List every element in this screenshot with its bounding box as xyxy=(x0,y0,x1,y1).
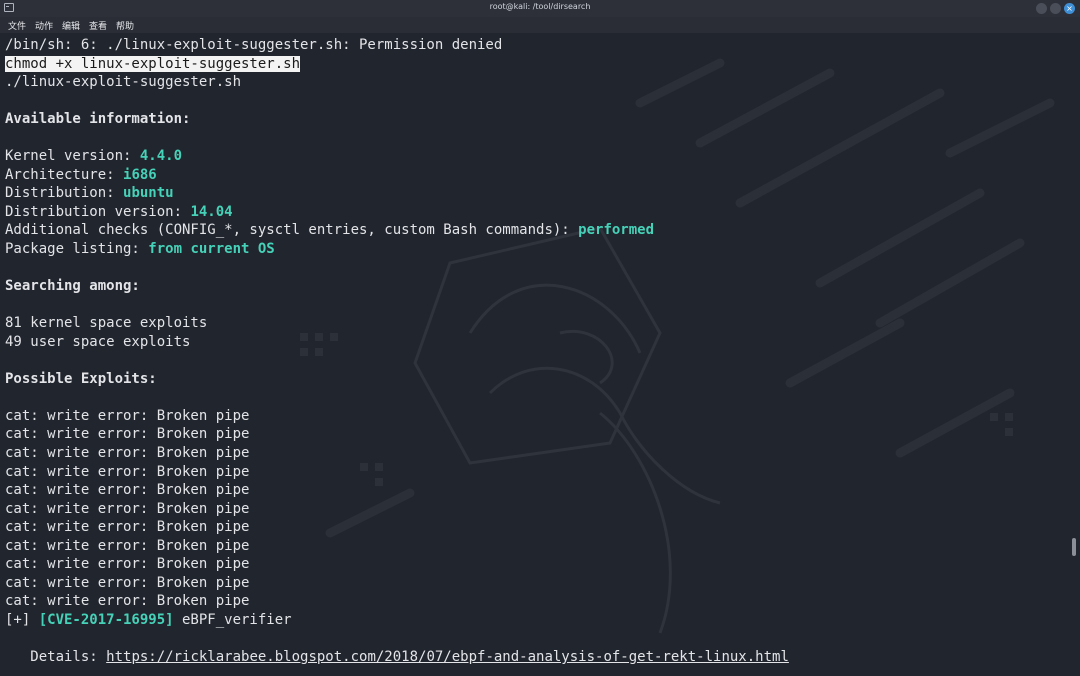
menu-help[interactable]: 帮助 xyxy=(116,19,134,32)
error-line: cat: write error: Broken pipe xyxy=(5,519,250,536)
additional-checks-line: Additional checks (CONFIG_*, sysctl entr… xyxy=(5,221,789,240)
additional-checks-label: Additional checks (CONFIG_*, sysctl entr… xyxy=(5,222,579,239)
selected-command: chmod +x linux-exploit-suggester.sh xyxy=(5,55,301,72)
package-listing-line: Package listing: from current OS xyxy=(5,240,789,259)
exploit-prefix: [+] xyxy=(5,611,39,628)
cve-id: [CVE-2017-16995] xyxy=(38,611,174,628)
output-line: ./linux-exploit-suggester.sh xyxy=(5,74,242,91)
exploit-name: eBPF_verifier xyxy=(173,611,292,628)
error-line: cat: write error: Broken pipe xyxy=(5,593,250,610)
details-link[interactable]: https://ricklarabee.blogspot.com/2018/07… xyxy=(106,649,789,665)
additional-checks-value: performed xyxy=(578,222,655,239)
details-label: Details: xyxy=(5,649,107,666)
error-line: cat: write error: Broken pipe xyxy=(5,500,250,517)
kernel-version-value: 4.4.0 xyxy=(139,148,183,165)
menu-edit[interactable]: 编辑 xyxy=(62,19,80,32)
distribution-label: Distribution: xyxy=(5,185,124,202)
section-heading: Possible Exploits: xyxy=(5,370,157,387)
package-listing-value: from current OS xyxy=(148,241,275,258)
menu-bar: 文件 动作 编辑 查看 帮助 xyxy=(0,17,1080,33)
architecture-line: Architecture: i686 xyxy=(5,166,789,185)
error-line: cat: write error: Broken pipe xyxy=(5,426,250,443)
menu-file[interactable]: 文件 xyxy=(8,19,26,32)
distribution-version-value: 14.04 xyxy=(190,203,233,220)
error-line: cat: write error: Broken pipe xyxy=(5,537,250,554)
kernel-exploits-count: 81 kernel space exploits xyxy=(5,315,208,332)
minimize-button[interactable] xyxy=(1036,3,1047,14)
close-button[interactable]: × xyxy=(1064,3,1075,14)
architecture-label: Architecture: xyxy=(5,166,124,183)
architecture-value: i686 xyxy=(123,166,157,183)
package-listing-label: Package listing: xyxy=(5,241,149,258)
menu-action[interactable]: 动作 xyxy=(35,19,53,32)
error-line: cat: write error: Broken pipe xyxy=(5,445,250,462)
details-line: Details: https://ricklarabee.blogspot.co… xyxy=(5,648,789,667)
distribution-value: ubuntu xyxy=(123,185,174,202)
kernel-version-line: Kernel version: 4.4.0 xyxy=(5,147,789,166)
exploit-entry: [+] [CVE-2017-16995] eBPF_verifier xyxy=(5,611,789,630)
window-title: root@kali: /tool/dirsearch xyxy=(489,2,591,11)
error-line: cat: write error: Broken pipe xyxy=(5,407,250,424)
error-line: cat: write error: Broken pipe xyxy=(5,574,250,591)
section-heading: Available information: xyxy=(5,111,191,128)
section-heading: Searching among: xyxy=(5,278,140,295)
output-line: /bin/sh: 6: ./linux-exploit-suggester.sh… xyxy=(5,37,503,53)
scrollbar-thumb[interactable] xyxy=(1072,538,1076,556)
distribution-version-label: Distribution version: xyxy=(5,203,191,220)
maximize-button[interactable] xyxy=(1050,3,1061,14)
distribution-version-line: Distribution version: 14.04 xyxy=(5,203,789,222)
error-line: cat: write error: Broken pipe xyxy=(5,556,250,573)
title-bar: root@kali: /tool/dirsearch × xyxy=(0,0,1080,17)
kernel-version-label: Kernel version: xyxy=(5,148,140,165)
error-line: cat: write error: Broken pipe xyxy=(5,463,250,480)
menu-view[interactable]: 查看 xyxy=(89,19,107,32)
user-exploits-count: 49 user space exploits xyxy=(5,333,191,350)
distribution-line: Distribution: ubuntu xyxy=(5,184,789,203)
terminal-output[interactable]: /bin/sh: 6: ./linux-exploit-suggester.sh… xyxy=(0,33,1080,676)
error-line: cat: write error: Broken pipe xyxy=(5,482,250,499)
